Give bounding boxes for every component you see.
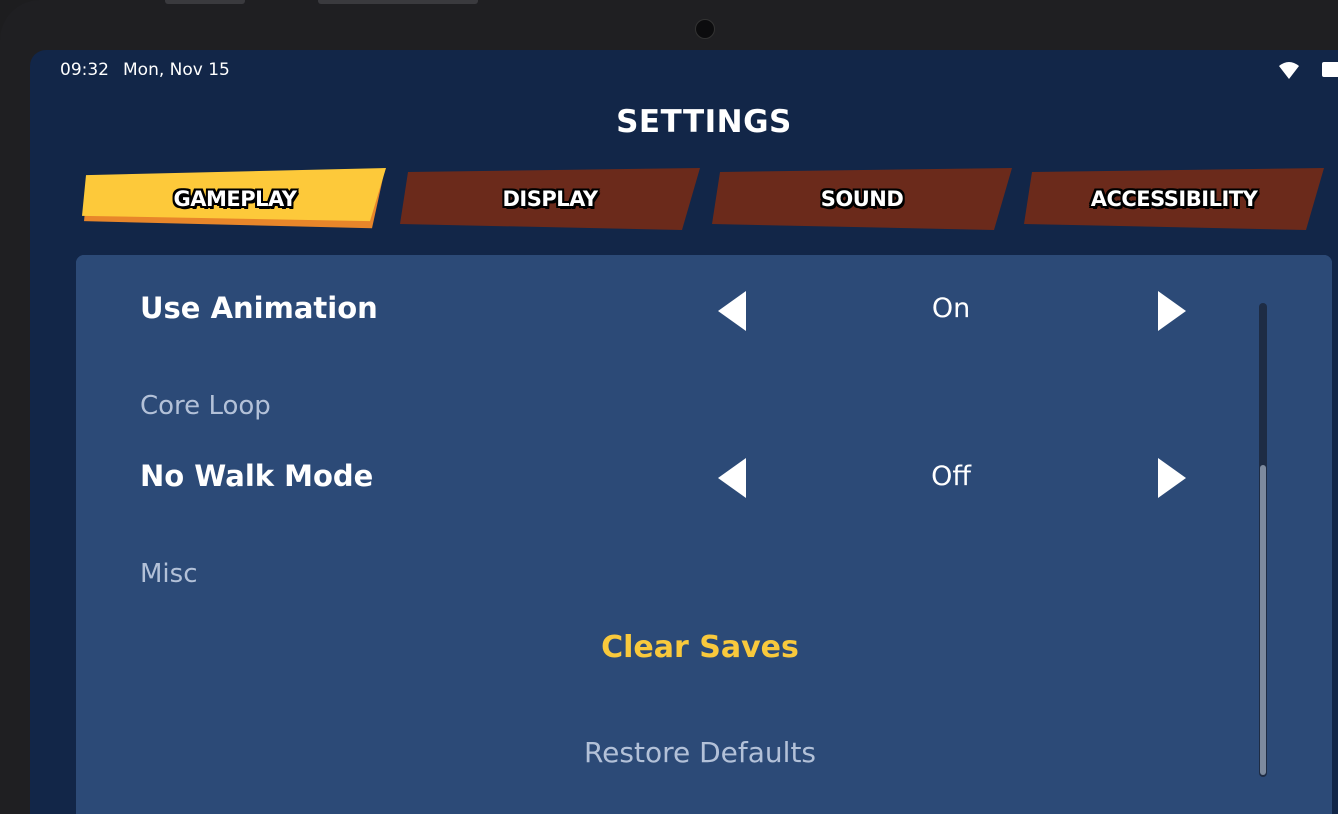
clear-saves-button[interactable]: Clear Saves bbox=[76, 630, 1324, 665]
tab-label: DISPLAY bbox=[502, 187, 598, 211]
tab-sound[interactable]: SOUND bbox=[710, 168, 1014, 230]
battery-icon bbox=[1322, 62, 1338, 77]
no-walk-mode-value: Off bbox=[931, 461, 971, 492]
tab-display[interactable]: DISPLAY bbox=[398, 168, 702, 230]
tab-label: ACCESSIBILITY bbox=[1090, 187, 1258, 211]
status-date: Mon, Nov 15 bbox=[123, 60, 230, 80]
camera-icon bbox=[695, 19, 715, 39]
core-loop-section-label: Core Loop bbox=[140, 391, 271, 421]
bezel-button bbox=[165, 0, 245, 4]
status-bar: 09:32 Mon, Nov 15 bbox=[30, 50, 1338, 90]
scrollbar-thumb[interactable] bbox=[1260, 465, 1266, 775]
arrow-left-icon[interactable] bbox=[718, 458, 746, 498]
arrow-right-icon[interactable] bbox=[1158, 458, 1186, 498]
arrow-left-icon[interactable] bbox=[718, 291, 746, 331]
panel-top-edge bbox=[76, 255, 1332, 291]
use-animation-value: On bbox=[931, 293, 971, 324]
tab-accessibility[interactable]: ACCESSIBILITY bbox=[1022, 168, 1326, 230]
status-time: 09:32 bbox=[60, 60, 109, 80]
settings-panel: Use Animation On Core Loop No Walk Mode … bbox=[76, 255, 1332, 814]
tab-label: GAMEPLAY bbox=[173, 187, 297, 211]
page-title: SETTINGS bbox=[616, 104, 792, 140]
settings-screen: 09:32 Mon, Nov 15 SETTINGS GAMEPLAY DISP… bbox=[30, 50, 1338, 814]
bezel-button bbox=[318, 0, 478, 4]
arrow-right-icon[interactable] bbox=[1158, 291, 1186, 331]
misc-section-label: Misc bbox=[140, 559, 198, 589]
wifi-icon bbox=[1279, 62, 1299, 79]
no-walk-mode-label: No Walk Mode bbox=[140, 459, 374, 493]
tab-gameplay[interactable]: GAMEPLAY bbox=[80, 168, 390, 230]
tab-label: SOUND bbox=[820, 187, 904, 211]
use-animation-label: Use Animation bbox=[140, 291, 378, 325]
device-bezel: 09:32 Mon, Nov 15 SETTINGS GAMEPLAY DISP… bbox=[0, 0, 1338, 814]
restore-defaults-button[interactable]: Restore Defaults bbox=[76, 736, 1324, 769]
